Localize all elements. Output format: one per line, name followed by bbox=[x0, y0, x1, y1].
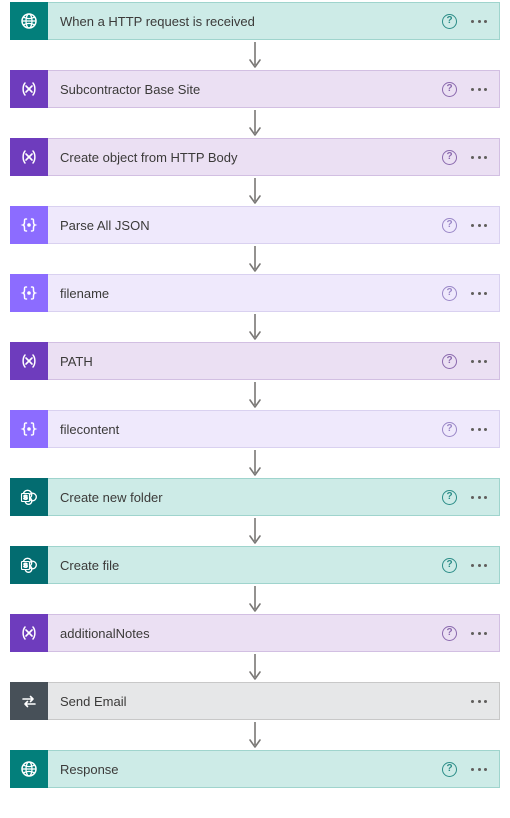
arrow-down-icon bbox=[248, 584, 262, 614]
more-icon[interactable] bbox=[471, 20, 487, 23]
step-label: Create file bbox=[48, 558, 442, 573]
arrow-down-icon bbox=[248, 108, 262, 138]
step-actions: ? bbox=[442, 150, 499, 165]
step-subcontractor-site[interactable]: Subcontractor Base Site? bbox=[10, 70, 500, 108]
step-label: Create object from HTTP Body bbox=[48, 150, 442, 165]
more-icon[interactable] bbox=[471, 768, 487, 771]
step-create-object[interactable]: Create object from HTTP Body? bbox=[10, 138, 500, 176]
more-icon[interactable] bbox=[471, 632, 487, 635]
step-additional-notes[interactable]: additionalNotes? bbox=[10, 614, 500, 652]
more-icon[interactable] bbox=[471, 224, 487, 227]
help-icon[interactable]: ? bbox=[442, 286, 457, 301]
more-icon[interactable] bbox=[471, 156, 487, 159]
help-icon[interactable]: ? bbox=[442, 218, 457, 233]
step-label: Send Email bbox=[48, 694, 471, 709]
globe-icon bbox=[10, 2, 48, 40]
help-icon[interactable]: ? bbox=[442, 490, 457, 505]
step-trigger[interactable]: When a HTTP request is received? bbox=[10, 2, 500, 40]
step-label: filename bbox=[48, 286, 442, 301]
more-icon[interactable] bbox=[471, 360, 487, 363]
step-actions: ? bbox=[442, 422, 499, 437]
more-icon[interactable] bbox=[471, 496, 487, 499]
swap-icon bbox=[10, 682, 48, 720]
step-actions: ? bbox=[442, 354, 499, 369]
step-create-file[interactable]: Create file? bbox=[10, 546, 500, 584]
help-icon[interactable]: ? bbox=[442, 762, 457, 777]
help-icon[interactable]: ? bbox=[442, 354, 457, 369]
sharepoint-icon bbox=[10, 478, 48, 516]
step-response[interactable]: Response? bbox=[10, 750, 500, 788]
step-path[interactable]: PATH? bbox=[10, 342, 500, 380]
step-label: Subcontractor Base Site bbox=[48, 82, 442, 97]
variable-icon bbox=[10, 70, 48, 108]
step-actions: ? bbox=[442, 286, 499, 301]
help-icon[interactable]: ? bbox=[442, 558, 457, 573]
step-create-folder[interactable]: Create new folder? bbox=[10, 478, 500, 516]
more-icon[interactable] bbox=[471, 292, 487, 295]
step-actions: ? bbox=[442, 82, 499, 97]
arrow-down-icon bbox=[248, 312, 262, 342]
flow-container: When a HTTP request is received?Subcontr… bbox=[10, 2, 500, 788]
step-label: filecontent bbox=[48, 422, 442, 437]
arrow-down-icon bbox=[248, 380, 262, 410]
step-filecontent[interactable]: filecontent? bbox=[10, 410, 500, 448]
step-label: Response bbox=[48, 762, 442, 777]
step-filename[interactable]: filename? bbox=[10, 274, 500, 312]
step-actions: ? bbox=[442, 14, 499, 29]
arrow-down-icon bbox=[248, 652, 262, 682]
sharepoint-icon bbox=[10, 546, 48, 584]
step-actions: ? bbox=[442, 490, 499, 505]
more-icon[interactable] bbox=[471, 564, 487, 567]
arrow-down-icon bbox=[248, 40, 262, 70]
step-parse-json[interactable]: Parse All JSON? bbox=[10, 206, 500, 244]
help-icon[interactable]: ? bbox=[442, 626, 457, 641]
step-label: PATH bbox=[48, 354, 442, 369]
help-icon[interactable]: ? bbox=[442, 14, 457, 29]
variable-icon bbox=[10, 614, 48, 652]
braces-icon bbox=[10, 410, 48, 448]
step-actions: ? bbox=[442, 558, 499, 573]
arrow-down-icon bbox=[248, 516, 262, 546]
step-actions: ? bbox=[442, 218, 499, 233]
braces-icon bbox=[10, 274, 48, 312]
help-icon[interactable]: ? bbox=[442, 422, 457, 437]
step-label: Create new folder bbox=[48, 490, 442, 505]
variable-icon bbox=[10, 342, 48, 380]
step-label: When a HTTP request is received bbox=[48, 14, 442, 29]
more-icon[interactable] bbox=[471, 428, 487, 431]
arrow-down-icon bbox=[248, 244, 262, 274]
arrow-down-icon bbox=[248, 720, 262, 750]
step-actions bbox=[471, 700, 499, 703]
step-label: additionalNotes bbox=[48, 626, 442, 641]
step-actions: ? bbox=[442, 762, 499, 777]
variable-icon bbox=[10, 138, 48, 176]
step-actions: ? bbox=[442, 626, 499, 641]
arrow-down-icon bbox=[248, 176, 262, 206]
help-icon[interactable]: ? bbox=[442, 150, 457, 165]
more-icon[interactable] bbox=[471, 700, 487, 703]
arrow-down-icon bbox=[248, 448, 262, 478]
globe-icon bbox=[10, 750, 48, 788]
step-send-email[interactable]: Send Email bbox=[10, 682, 500, 720]
braces-icon bbox=[10, 206, 48, 244]
step-label: Parse All JSON bbox=[48, 218, 442, 233]
more-icon[interactable] bbox=[471, 88, 487, 91]
help-icon[interactable]: ? bbox=[442, 82, 457, 97]
